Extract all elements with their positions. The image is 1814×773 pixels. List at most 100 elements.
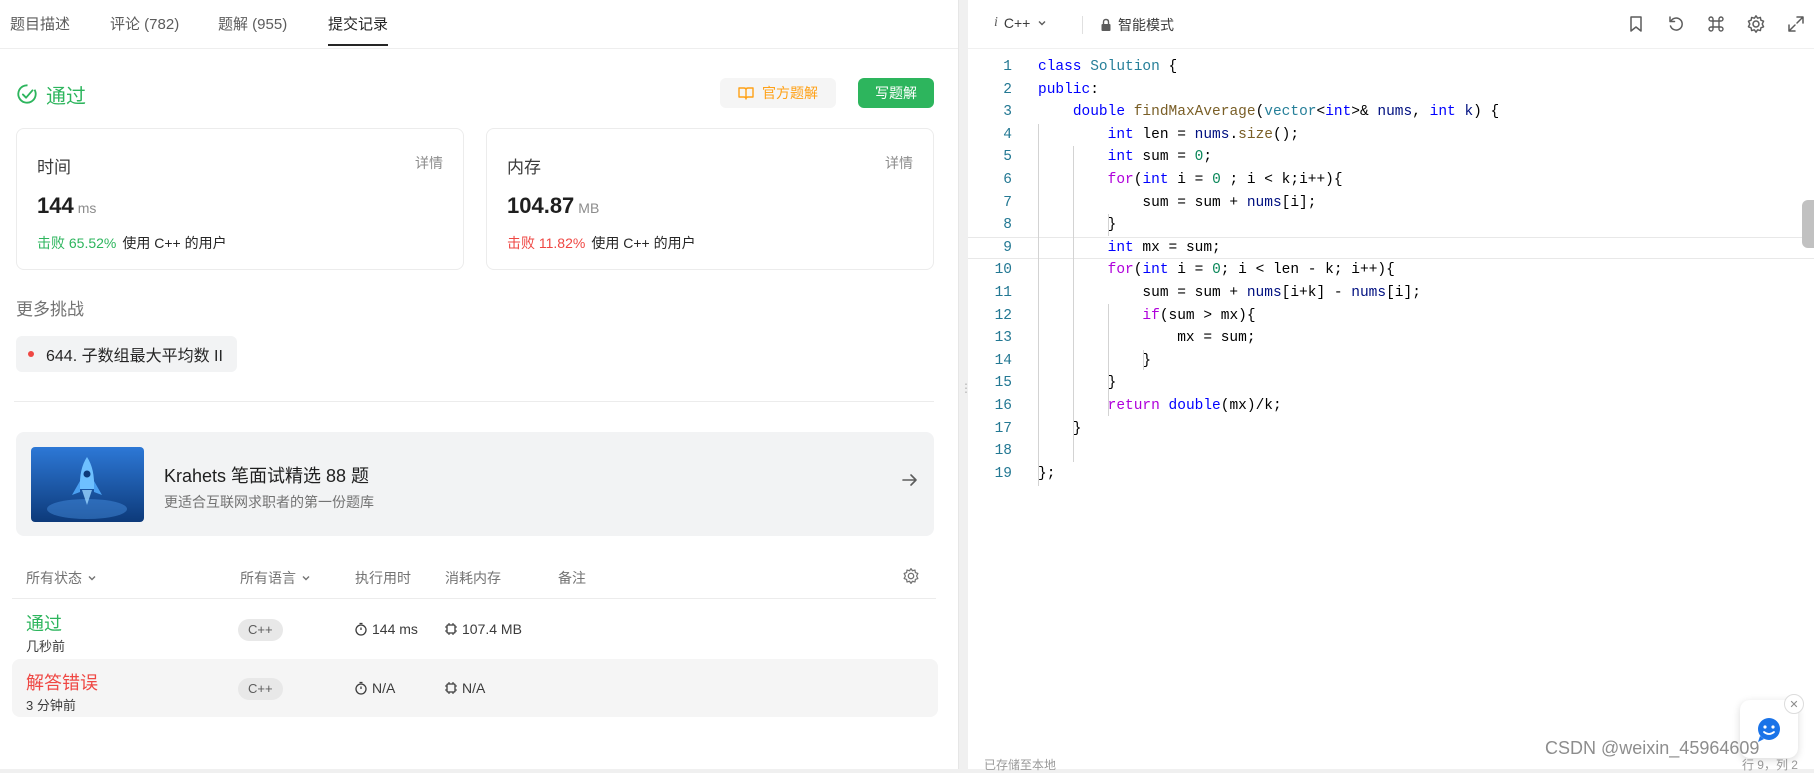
official-solution-button[interactable]: 官方题解: [720, 78, 836, 108]
line-number: 13: [994, 330, 1012, 347]
chevron-down-icon: [88, 576, 96, 581]
code-line: 10 for(int i = 0; i < len - k; i++){: [968, 259, 1814, 282]
code-text: class Solution {: [1038, 59, 1178, 75]
table-row[interactable]: 通过 几秒前 C++ 144 ms 107.4 MB: [12, 600, 938, 658]
filter-language[interactable]: 所有语言: [240, 568, 312, 588]
filter-language-label: 所有语言: [240, 570, 296, 586]
indent-guide: [1073, 146, 1074, 462]
row-memory-value: N/A: [462, 680, 486, 696]
chevron-down-icon: [1038, 21, 1046, 26]
runtime-detail-link[interactable]: 详情: [415, 153, 443, 173]
code-text: int mx = sum;: [1107, 239, 1221, 256]
write-solution-button[interactable]: 写题解: [858, 78, 934, 108]
memory-label: 内存: [507, 158, 541, 177]
submission-panel: 题目描述 评论 (782) 题解 (955) 提交记录 通过 官方题解 写题解 …: [0, 0, 959, 769]
code-line: 12 if(sum > mx){: [968, 305, 1814, 328]
line-number: 6: [1003, 171, 1012, 188]
code-editor-panel: i C++ 智能模式 1 class Solution { 2 public: 3 …: [968, 0, 1814, 772]
memory-number: 104.87: [507, 193, 575, 218]
smart-mode-label: 智能模式: [1118, 17, 1174, 33]
arrow-right-icon: [902, 474, 917, 486]
book-icon: [738, 87, 754, 100]
tab-description[interactable]: 题目描述: [10, 14, 70, 46]
language-select[interactable]: i C++: [994, 15, 1048, 31]
code-text: return double(mx)/k;: [1107, 397, 1282, 414]
code-text: double findMaxAverage(vector<int>& nums,…: [1072, 104, 1500, 121]
stopwatch-icon: [355, 622, 367, 636]
language-badge: C++: [238, 619, 283, 641]
code-line: 5 int sum = 0;: [968, 146, 1814, 169]
row-memory: 107.4 MB: [444, 621, 522, 637]
difficulty-dot-icon: [28, 351, 34, 357]
smart-mode-toggle[interactable]: 智能模式: [1100, 15, 1174, 35]
tab-comments[interactable]: 评论 (782): [110, 14, 179, 46]
editor-scrollbar[interactable]: [1802, 200, 1814, 248]
challenge-link[interactable]: 644. 子数组最大平均数 II: [16, 336, 237, 372]
code-line: 3 double findMaxAverage(vector<int>& num…: [968, 101, 1814, 124]
indent-guide: [1108, 304, 1109, 416]
table-divider: [12, 598, 936, 599]
runtime-beat: 击败 65.52% 使用 C++ 的用户: [37, 233, 227, 253]
code-line: 18: [968, 440, 1814, 463]
memory-detail-link[interactable]: 详情: [885, 153, 913, 173]
line-number: 10: [994, 262, 1012, 279]
line-number: 14: [994, 352, 1012, 369]
code-text: mx = sum;: [1038, 330, 1256, 347]
line-number: 9: [1003, 239, 1012, 256]
code-line: 7 sum = sum + nums[i];: [968, 192, 1814, 215]
line-number: 19: [994, 465, 1012, 482]
row-status[interactable]: 解答错误: [26, 669, 98, 695]
header-runtime: 执行用时: [355, 570, 411, 586]
line-number: 16: [994, 397, 1012, 414]
line-number: 8: [1003, 217, 1012, 234]
expand-icon[interactable]: [1786, 14, 1806, 34]
row-time: 几秒前: [26, 639, 66, 654]
memory-unit: MB: [578, 200, 600, 216]
language-select-label: C++: [1003, 15, 1031, 31]
result-header: 通过: [16, 80, 86, 108]
line-number: 4: [1003, 126, 1012, 143]
runtime-label: 时间: [37, 158, 71, 177]
command-icon[interactable]: [1706, 14, 1726, 34]
code-line: 15 }: [968, 372, 1814, 395]
line-number: 17: [994, 420, 1012, 437]
current-code-line: 9 int mx = sum;: [968, 236, 1814, 260]
code-text: sum = sum + nums[i+k] - nums[i];: [1038, 284, 1421, 301]
bookmark-icon[interactable]: [1626, 14, 1646, 34]
settings-icon[interactable]: [1746, 14, 1766, 34]
tab-submissions[interactable]: 提交记录: [328, 14, 389, 46]
editor-toolbar: i C++ 智能模式: [968, 0, 1814, 49]
code-text: sum = sum + nums[i];: [1038, 194, 1317, 211]
panel-resize-handle[interactable]: ⋮: [960, 382, 972, 405]
rocket-icon: [47, 457, 127, 519]
gear-icon[interactable]: [902, 567, 920, 585]
line-number: 3: [1003, 104, 1012, 121]
filter-status[interactable]: 所有状态: [26, 568, 98, 588]
line-number: 7: [1003, 194, 1012, 211]
memory-beat-percent: 击败 11.82%: [507, 235, 586, 251]
runtime-beat-percent: 击败 65.52%: [37, 235, 117, 251]
memory-card: 内存 详情 104.87 MB 击败 11.82% 使用 C++ 的用户: [486, 128, 934, 270]
code-area[interactable]: 1 class Solution { 2 public: 3 double find…: [968, 56, 1814, 486]
reset-icon[interactable]: [1666, 14, 1686, 34]
chip-icon: [445, 682, 457, 694]
close-icon[interactable]: ✕: [1784, 694, 1804, 714]
memory-beat: 击败 11.82% 使用 C++ 的用户: [507, 233, 696, 253]
code-text: public:: [1038, 81, 1099, 98]
section-divider: [14, 401, 934, 402]
tab-solutions[interactable]: 题解 (955): [218, 14, 287, 46]
rocket-thumbnail: [31, 447, 144, 522]
study-plan-banner[interactable]: Krahets 笔面试精选 88 题 更适合互联网求职者的第一份题库: [16, 432, 934, 536]
runtime-card: 时间 详情 144 ms 击败 65.52% 使用 C++ 的用户: [16, 128, 464, 270]
code-text: for(int i = 0 ; i < k;i++){: [1107, 171, 1343, 188]
table-row[interactable]: 解答错误 3 分钟前 C++ N/A N/A: [12, 659, 938, 717]
code-line: 6 for(int i = 0 ; i < k;i++){: [968, 169, 1814, 192]
info-icon: i: [994, 15, 998, 30]
memory-beat-suffix: 使用 C++ 的用户: [591, 235, 696, 251]
code-line: 11 sum = sum + nums[i+k] - nums[i];: [968, 282, 1814, 305]
row-status[interactable]: 通过: [26, 610, 62, 636]
code-text: int sum = 0;: [1107, 149, 1213, 166]
header-memory: 消耗内存: [445, 570, 501, 586]
toolbar-separator: [1082, 16, 1083, 34]
runtime-beat-suffix: 使用 C++ 的用户: [122, 235, 227, 251]
